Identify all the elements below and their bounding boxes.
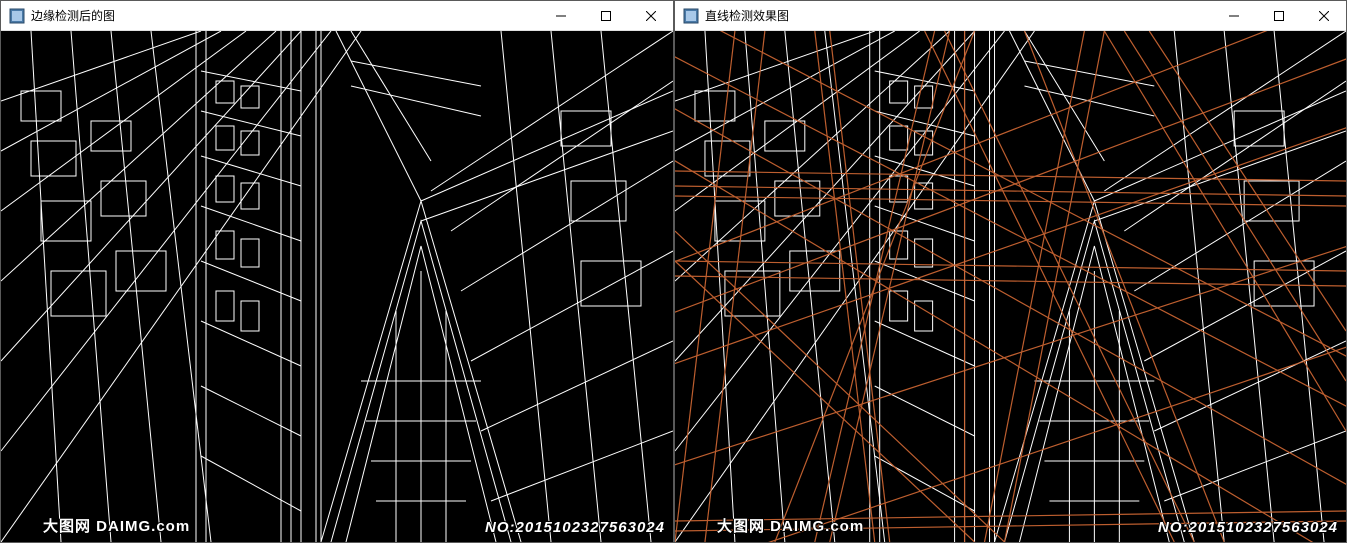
titlebar-right[interactable]: 直线检测效果图 xyxy=(675,1,1346,31)
maximize-button-right[interactable] xyxy=(1256,1,1301,30)
opencv-window-icon xyxy=(9,8,25,24)
maximize-button-left[interactable] xyxy=(583,1,628,30)
close-button-left[interactable] xyxy=(628,1,673,30)
minimize-icon xyxy=(556,11,566,21)
window-controls-left xyxy=(538,1,673,30)
maximize-icon xyxy=(601,11,611,21)
close-button-right[interactable] xyxy=(1301,1,1346,30)
window-line-detection: 直线检测效果图 xyxy=(674,0,1347,543)
titlebar-left[interactable]: 边缘检测后的图 xyxy=(1,1,673,31)
minimize-button-right[interactable] xyxy=(1211,1,1256,30)
image-canvas-left: 大图网 DAIMG.com NO:2015102327563024 xyxy=(1,31,673,542)
close-icon xyxy=(1319,11,1329,21)
watermark-right: 大图网 DAIMG.com xyxy=(717,515,864,536)
minimize-button-left[interactable] xyxy=(538,1,583,30)
maximize-icon xyxy=(1274,11,1284,21)
serial-number-left: NO:2015102327563024 xyxy=(485,519,665,536)
window-title-left: 边缘检测后的图 xyxy=(31,7,538,24)
close-icon xyxy=(646,11,656,21)
minimize-icon xyxy=(1229,11,1239,21)
window-edge-detection: 边缘检测后的图 xyxy=(0,0,674,543)
serial-number-right: NO:2015102327563024 xyxy=(1158,519,1338,536)
window-controls-right xyxy=(1211,1,1346,30)
opencv-window-icon xyxy=(683,8,699,24)
watermark-left: 大图网 DAIMG.com xyxy=(43,515,190,536)
window-title-right: 直线检测效果图 xyxy=(705,7,1211,24)
image-canvas-right: 大图网 DAIMG.com NO:2015102327563024 xyxy=(675,31,1346,542)
